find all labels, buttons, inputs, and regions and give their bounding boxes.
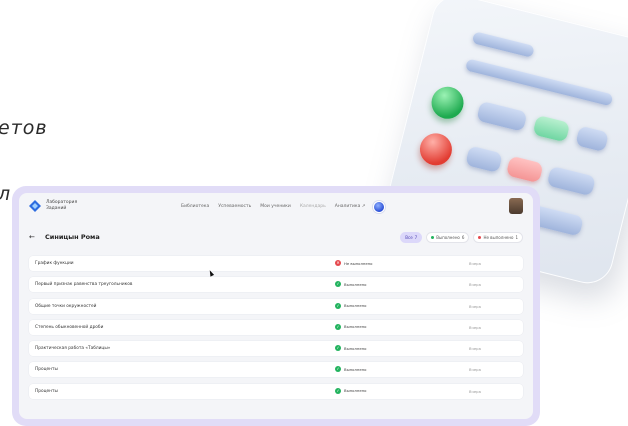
app-window: Лаборатория Заданий Библиотека Успеваемо…	[12, 186, 540, 426]
row-status-text: Не выполнено	[344, 260, 373, 266]
logo-line-1: Лаборатория	[46, 200, 78, 205]
row-assignment-name: Первый признак равенства треугольников	[35, 282, 133, 288]
avatar[interactable]	[509, 198, 523, 214]
nav-analytics[interactable]: Аналитика ↗	[335, 204, 366, 209]
row-status: ✓ Выполнено	[335, 323, 367, 330]
globe-icon[interactable]	[373, 201, 385, 213]
nav-my-students[interactable]: Мои ученики	[260, 204, 291, 209]
row-date: Вчера	[469, 346, 481, 352]
row-status-text: Выполнено	[344, 366, 367, 372]
row-assignment-name: Проценты	[35, 388, 58, 394]
table-row[interactable]: Проценты ✓ Выполнено Вчера	[29, 383, 523, 399]
filter-all-label: Все	[405, 235, 413, 240]
filter-done-label: Выполнено	[436, 235, 460, 240]
table-row[interactable]: Первый признак равенства треугольников ✓ В…	[29, 277, 523, 293]
row-status: ✓ Выполнено	[335, 387, 367, 394]
check-icon: ✓	[335, 302, 341, 309]
filter-done[interactable]: Выполнено 6	[426, 232, 470, 243]
row-status: ✓ Выполнено	[335, 366, 367, 373]
table-row[interactable]: Общие точки окружностей ✓ Выполнено Вчера	[29, 298, 523, 314]
row-assignment-name: Общие точки окружностей	[35, 303, 97, 309]
row-status: ✓ Выполнено	[335, 281, 367, 288]
top-bar: Лаборатория Заданий Библиотека Успеваемо…	[19, 193, 533, 226]
filter-done-count: 6	[461, 235, 465, 240]
row-date: Вчера	[469, 303, 481, 309]
assignment-list: График функции ✕ Не выполнено Вчера Первый п…	[29, 256, 523, 405]
cross-icon: ✕	[335, 260, 341, 266]
filter-all-count: 7	[414, 235, 418, 240]
row-status-text: Выполнено	[344, 345, 367, 351]
green-dot-icon	[431, 236, 435, 239]
table-row[interactable]: График функции ✕ Не выполнено Вчера	[29, 256, 523, 271]
nav-progress[interactable]: Успеваемость	[218, 204, 251, 209]
row-date: Вчера	[469, 324, 481, 330]
row-assignment-name: Практическая работа «Таблицы»	[35, 346, 111, 352]
check-icon: ✓	[335, 323, 341, 330]
filter-not-done[interactable]: Не выполнено 1	[473, 232, 523, 243]
logo-line-2: Заданий	[46, 205, 67, 211]
row-status-text: Выполнено	[344, 281, 367, 287]
logo-icon[interactable]	[29, 200, 41, 212]
nav-library[interactable]: Библиотека	[181, 204, 209, 209]
row-status-text: Выполнено	[344, 303, 367, 309]
table-row[interactable]: Степень обыкновенной дроби ✓ Выполнено Вчер…	[29, 319, 523, 335]
filter-not-done-count: 1	[515, 235, 518, 240]
page-title: Синицын Рома	[45, 233, 100, 241]
nav-calendar[interactable]: Календарь	[300, 204, 326, 209]
check-icon: ✓	[335, 366, 341, 373]
filter-not-done-label: Не выполнено	[483, 235, 514, 240]
arrow-left-icon[interactable]: ←	[29, 233, 35, 241]
row-status: ✓ Выполнено	[335, 345, 367, 352]
main-nav: Библиотека Успеваемость Мои ученики Кале…	[181, 204, 366, 209]
table-row[interactable]: Практическая работа «Таблицы» ✓ Выполнено В…	[29, 341, 523, 357]
row-date: Вчера	[469, 388, 481, 394]
row-status: ✓ Выполнено	[335, 302, 367, 309]
row-assignment-name: Степень обыкновенной дроби	[35, 324, 104, 330]
filter-all[interactable]: Все 7	[400, 232, 423, 243]
logo-text[interactable]: Лаборатория Заданий	[46, 200, 77, 211]
page-header: ← Синицын Рома Все 7 Выполнено 6 Не выпо…	[29, 232, 523, 245]
row-date: Вчера	[469, 261, 481, 266]
background-heading-fragment: етов	[0, 117, 48, 139]
red-dot-icon	[478, 236, 482, 239]
row-status-text: Выполнено	[344, 388, 367, 394]
app-content: Лаборатория Заданий Библиотека Успеваемо…	[19, 193, 533, 419]
check-icon: ✓	[335, 281, 341, 288]
row-assignment-name: Проценты	[35, 367, 58, 373]
table-row[interactable]: Проценты ✓ Выполнено Вчера	[29, 362, 523, 378]
background-heading-fragment-2: л	[0, 183, 11, 205]
filter-chips: Все 7 Выполнено 6 Не выполнено 1	[400, 232, 523, 243]
row-assignment-name: График функции	[35, 261, 74, 266]
check-icon: ✓	[335, 345, 341, 352]
row-date: Вчера	[469, 282, 481, 288]
check-icon: ✓	[335, 387, 341, 394]
row-status-text: Выполнено	[344, 324, 367, 330]
row-date: Вчера	[469, 367, 481, 373]
row-status: ✕ Не выполнено	[335, 260, 373, 266]
